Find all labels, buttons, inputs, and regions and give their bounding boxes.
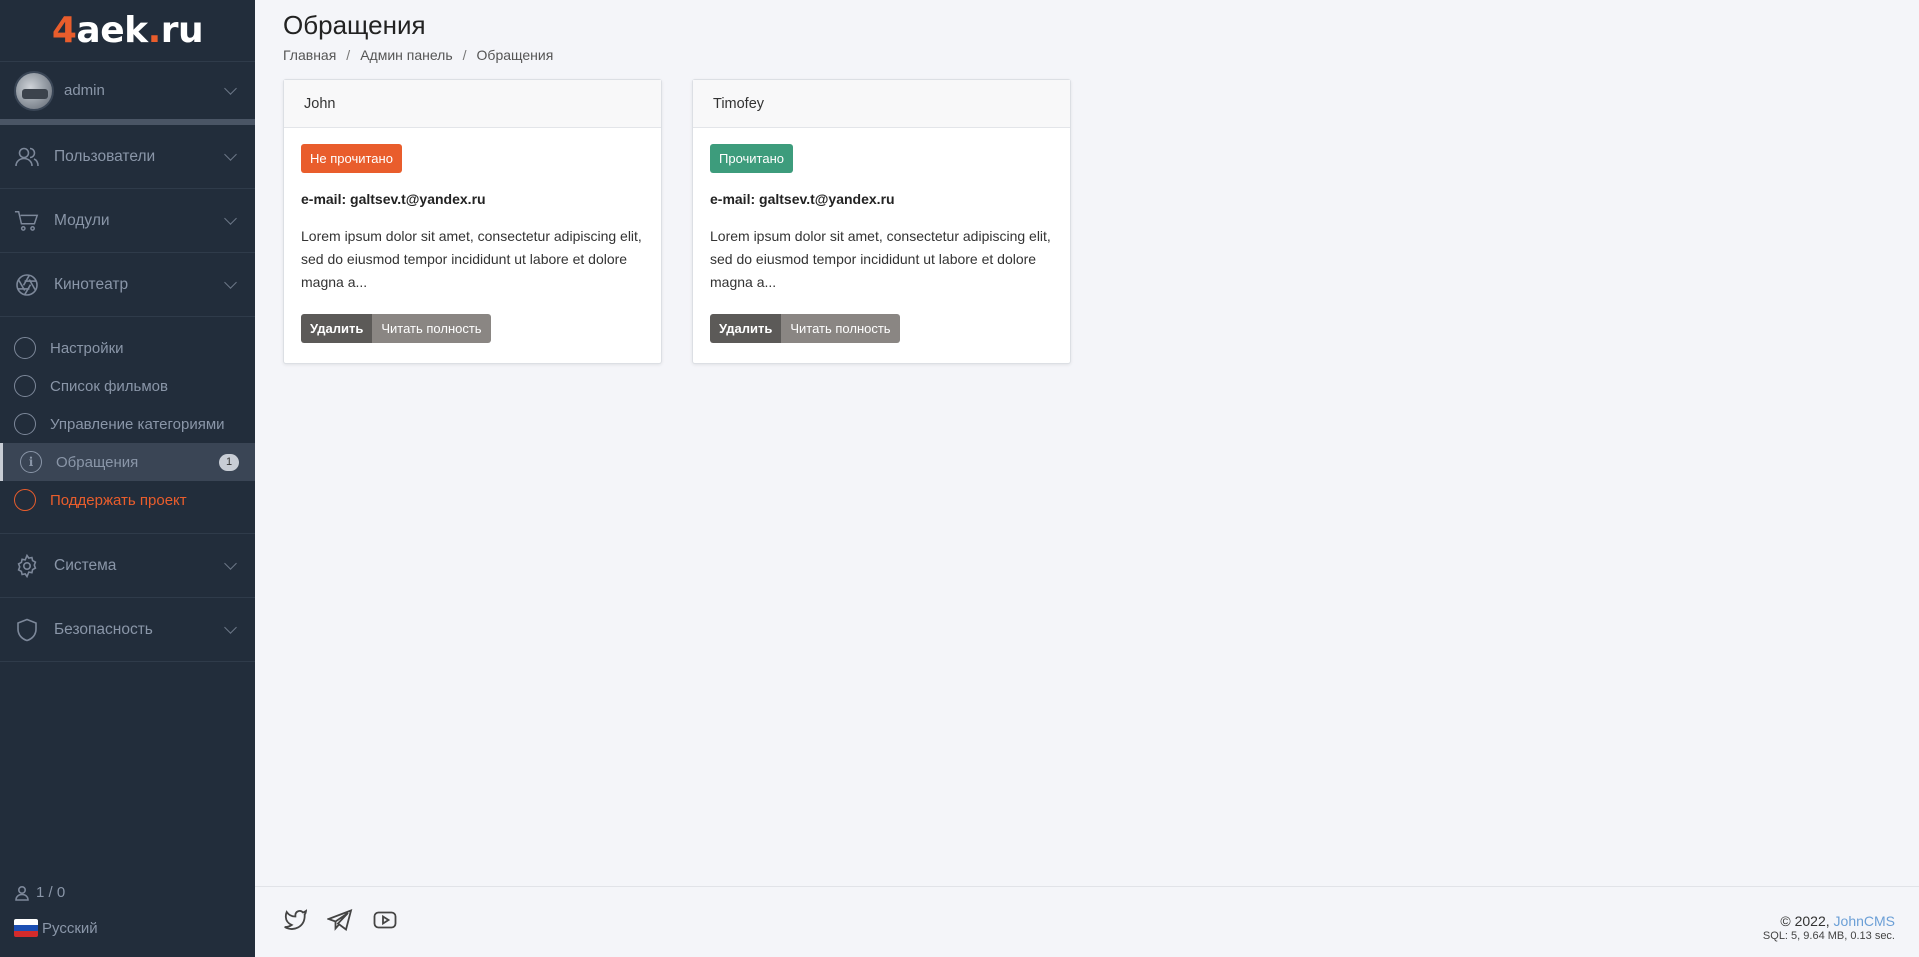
nav-group-label: Модули xyxy=(54,211,110,229)
nav-item-settings[interactable]: Настройки xyxy=(0,329,255,367)
sidebar-bottom: 1 / 0 Русский xyxy=(14,884,98,937)
status-badge: Прочитано xyxy=(710,144,793,173)
avatar xyxy=(14,70,54,111)
request-card: Timofey Прочитано e-mail: galtsev.t@yand… xyxy=(692,79,1071,364)
card-message: Lorem ipsum dolor sit amet, consectetur … xyxy=(301,228,642,290)
circle-icon xyxy=(14,489,36,511)
copyright-block: © 2022, JohnCMS SQL: 5, 9.64 MB, 0.13 se… xyxy=(1763,913,1895,942)
nav-item-support-project[interactable]: Поддержать проект xyxy=(0,481,255,519)
chevron-down-icon xyxy=(224,557,237,570)
card-actions: Удалить Читать полность xyxy=(710,314,1053,343)
request-card: John Не прочитано e-mail: galtsev.t@yand… xyxy=(283,79,662,364)
chevron-down-icon xyxy=(224,621,237,634)
breadcrumb-current: Обращения xyxy=(476,47,554,63)
language-selector[interactable]: Русский xyxy=(14,919,98,937)
chevron-down-icon xyxy=(224,212,237,225)
nav-group-label: Безопасность xyxy=(54,620,153,638)
user-icon xyxy=(15,885,29,901)
footer: © 2022, JohnCMS SQL: 5, 9.64 MB, 0.13 se… xyxy=(255,886,1919,957)
breadcrumb: Главная / Админ панель / Обращения xyxy=(283,47,1891,63)
circle-icon xyxy=(14,413,36,435)
cart-icon xyxy=(14,208,40,234)
shield-icon xyxy=(14,617,40,643)
nav-item-categories[interactable]: Управление категориями xyxy=(0,405,255,443)
main-content: Обращения Главная / Админ панель / Обращ… xyxy=(255,0,1919,886)
card-body: Не прочитано e-mail: galtsev.t@yandex.ru… xyxy=(284,128,661,363)
card-author: John xyxy=(284,80,661,128)
users-icon xyxy=(14,144,40,170)
card-body: Прочитано e-mail: galtsev.t@yandex.ru Lo… xyxy=(693,128,1070,363)
card-actions: Удалить Читать полность xyxy=(301,314,644,343)
delete-button[interactable]: Удалить xyxy=(301,314,373,343)
nav-item-label: Поддержать проект xyxy=(50,491,187,509)
breadcrumb-admin-panel[interactable]: Админ панель xyxy=(360,47,452,63)
breadcrumb-home[interactable]: Главная xyxy=(283,47,336,63)
nav-group-system[interactable]: Система xyxy=(0,534,255,598)
nav-item-label: Настройки xyxy=(50,339,124,357)
breadcrumb-separator: / xyxy=(462,47,467,63)
online-count: 1 / 0 xyxy=(36,884,66,901)
nav-group-cinema[interactable]: Кинотеатр xyxy=(0,253,255,317)
nav-group-security[interactable]: Безопасность xyxy=(0,598,255,662)
nav-group-modules[interactable]: Модули xyxy=(0,189,255,253)
breadcrumb-separator: / xyxy=(346,47,351,63)
nav-group-label: Система xyxy=(54,556,117,574)
info-icon: i xyxy=(20,451,42,473)
youtube-icon[interactable] xyxy=(373,909,397,931)
unread-count-badge: 1 xyxy=(219,453,239,471)
user-name: admin xyxy=(64,82,105,99)
read-more-button[interactable]: Читать полность xyxy=(372,314,491,343)
johncms-link[interactable]: JohnCMS xyxy=(1834,913,1895,929)
chevron-down-icon xyxy=(224,148,237,161)
user-menu[interactable]: admin xyxy=(0,62,255,125)
russian-flag-icon xyxy=(14,919,38,937)
site-logo[interactable]: 4 aek. ru xyxy=(0,0,255,62)
chevron-down-icon xyxy=(224,82,237,95)
nav-group-label: Кинотеатр xyxy=(54,275,129,293)
nav-item-requests[interactable]: i Обращения 1 xyxy=(0,443,255,481)
page-title: Обращения xyxy=(283,10,426,40)
circle-icon xyxy=(14,337,36,359)
nav-item-label: Список фильмов xyxy=(50,377,168,395)
telegram-icon[interactable] xyxy=(327,909,353,931)
online-users[interactable]: 1 / 0 xyxy=(14,884,98,901)
nav-item-label: Управление категориями xyxy=(50,415,225,433)
chevron-down-icon xyxy=(224,276,237,289)
nav-group-label: Пользователи xyxy=(54,147,156,165)
nav-item-film-list[interactable]: Список фильмов xyxy=(0,367,255,405)
aperture-icon xyxy=(14,272,40,298)
delete-button[interactable]: Удалить xyxy=(710,314,782,343)
request-cards: John Не прочитано e-mail: galtsev.t@yand… xyxy=(283,79,1891,364)
twitter-icon[interactable] xyxy=(283,909,307,931)
circle-icon xyxy=(14,375,36,397)
card-author: Timofey xyxy=(693,80,1070,128)
sidebar: 4 aek. ru admin Пользователи Модули Киноте… xyxy=(0,0,255,957)
nav-item-label: Обращения xyxy=(56,453,139,471)
gear-icon xyxy=(14,553,40,579)
nav-list: Настройки Список фильмов Управление кате… xyxy=(0,317,255,534)
language-label: Русский xyxy=(42,919,98,937)
read-more-button[interactable]: Читать полность xyxy=(781,314,900,343)
page-stats: SQL: 5, 9.64 MB, 0.13 sec. xyxy=(1762,930,1895,942)
copyright: © 2022, JohnCMS xyxy=(1780,913,1895,929)
card-email: e-mail: galtsev.t@yandex.ru xyxy=(301,191,486,207)
social-links xyxy=(283,909,397,931)
status-badge: Не прочитано xyxy=(301,144,402,173)
card-message: Lorem ipsum dolor sit amet, consectetur … xyxy=(710,228,1051,290)
nav-group-users[interactable]: Пользователи xyxy=(0,125,255,189)
card-email: e-mail: galtsev.t@yandex.ru xyxy=(710,191,895,207)
